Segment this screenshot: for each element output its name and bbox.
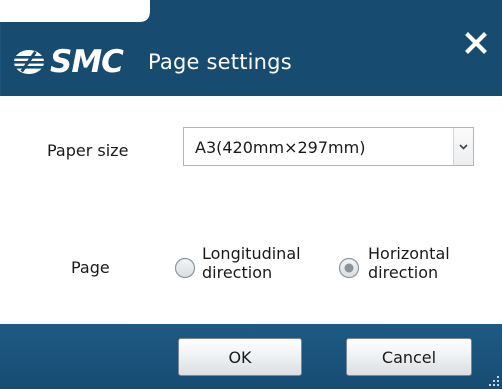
ok-button[interactable]: OK: [178, 338, 302, 376]
radio-longitudinal-direction[interactable]: Longitudinal direction: [172, 242, 317, 288]
radio-checked-icon: [338, 257, 360, 279]
radio-horizontal-direction[interactable]: Horizontal direction: [336, 242, 476, 288]
close-button[interactable]: [461, 28, 491, 58]
paper-size-label: Paper size: [47, 141, 129, 160]
longitudinal-label-line1: Longitudinal: [202, 244, 301, 263]
horizontal-label-line1: Horizontal: [368, 244, 450, 263]
brand-name: SMC: [50, 44, 124, 80]
cancel-button[interactable]: Cancel: [346, 338, 472, 376]
radio-unchecked-icon: [174, 257, 196, 279]
button-bar: OK Cancel: [0, 324, 502, 389]
paper-size-dropdown[interactable]: A3(420mm×297mm): [183, 127, 474, 166]
longitudinal-label-line2: direction: [202, 263, 273, 282]
dropdown-arrow-button[interactable]: [453, 128, 473, 165]
horizontal-label-line2: direction: [368, 263, 439, 282]
smc-logo-mark-icon: [14, 50, 44, 74]
smc-logo: SMC: [12, 44, 124, 80]
paper-size-value: A3(420mm×297mm): [195, 138, 366, 157]
close-icon: [465, 32, 487, 54]
title-bar[interactable]: SMC Page settings: [0, 0, 502, 96]
dialog-title: Page settings: [148, 50, 292, 74]
chevron-down-icon: [459, 143, 468, 150]
page-settings-dialog: SMC Page settings Paper size A3(420mm×29…: [0, 0, 502, 389]
resize-grip-icon[interactable]: [486, 373, 500, 387]
page-label: Page: [71, 258, 110, 277]
